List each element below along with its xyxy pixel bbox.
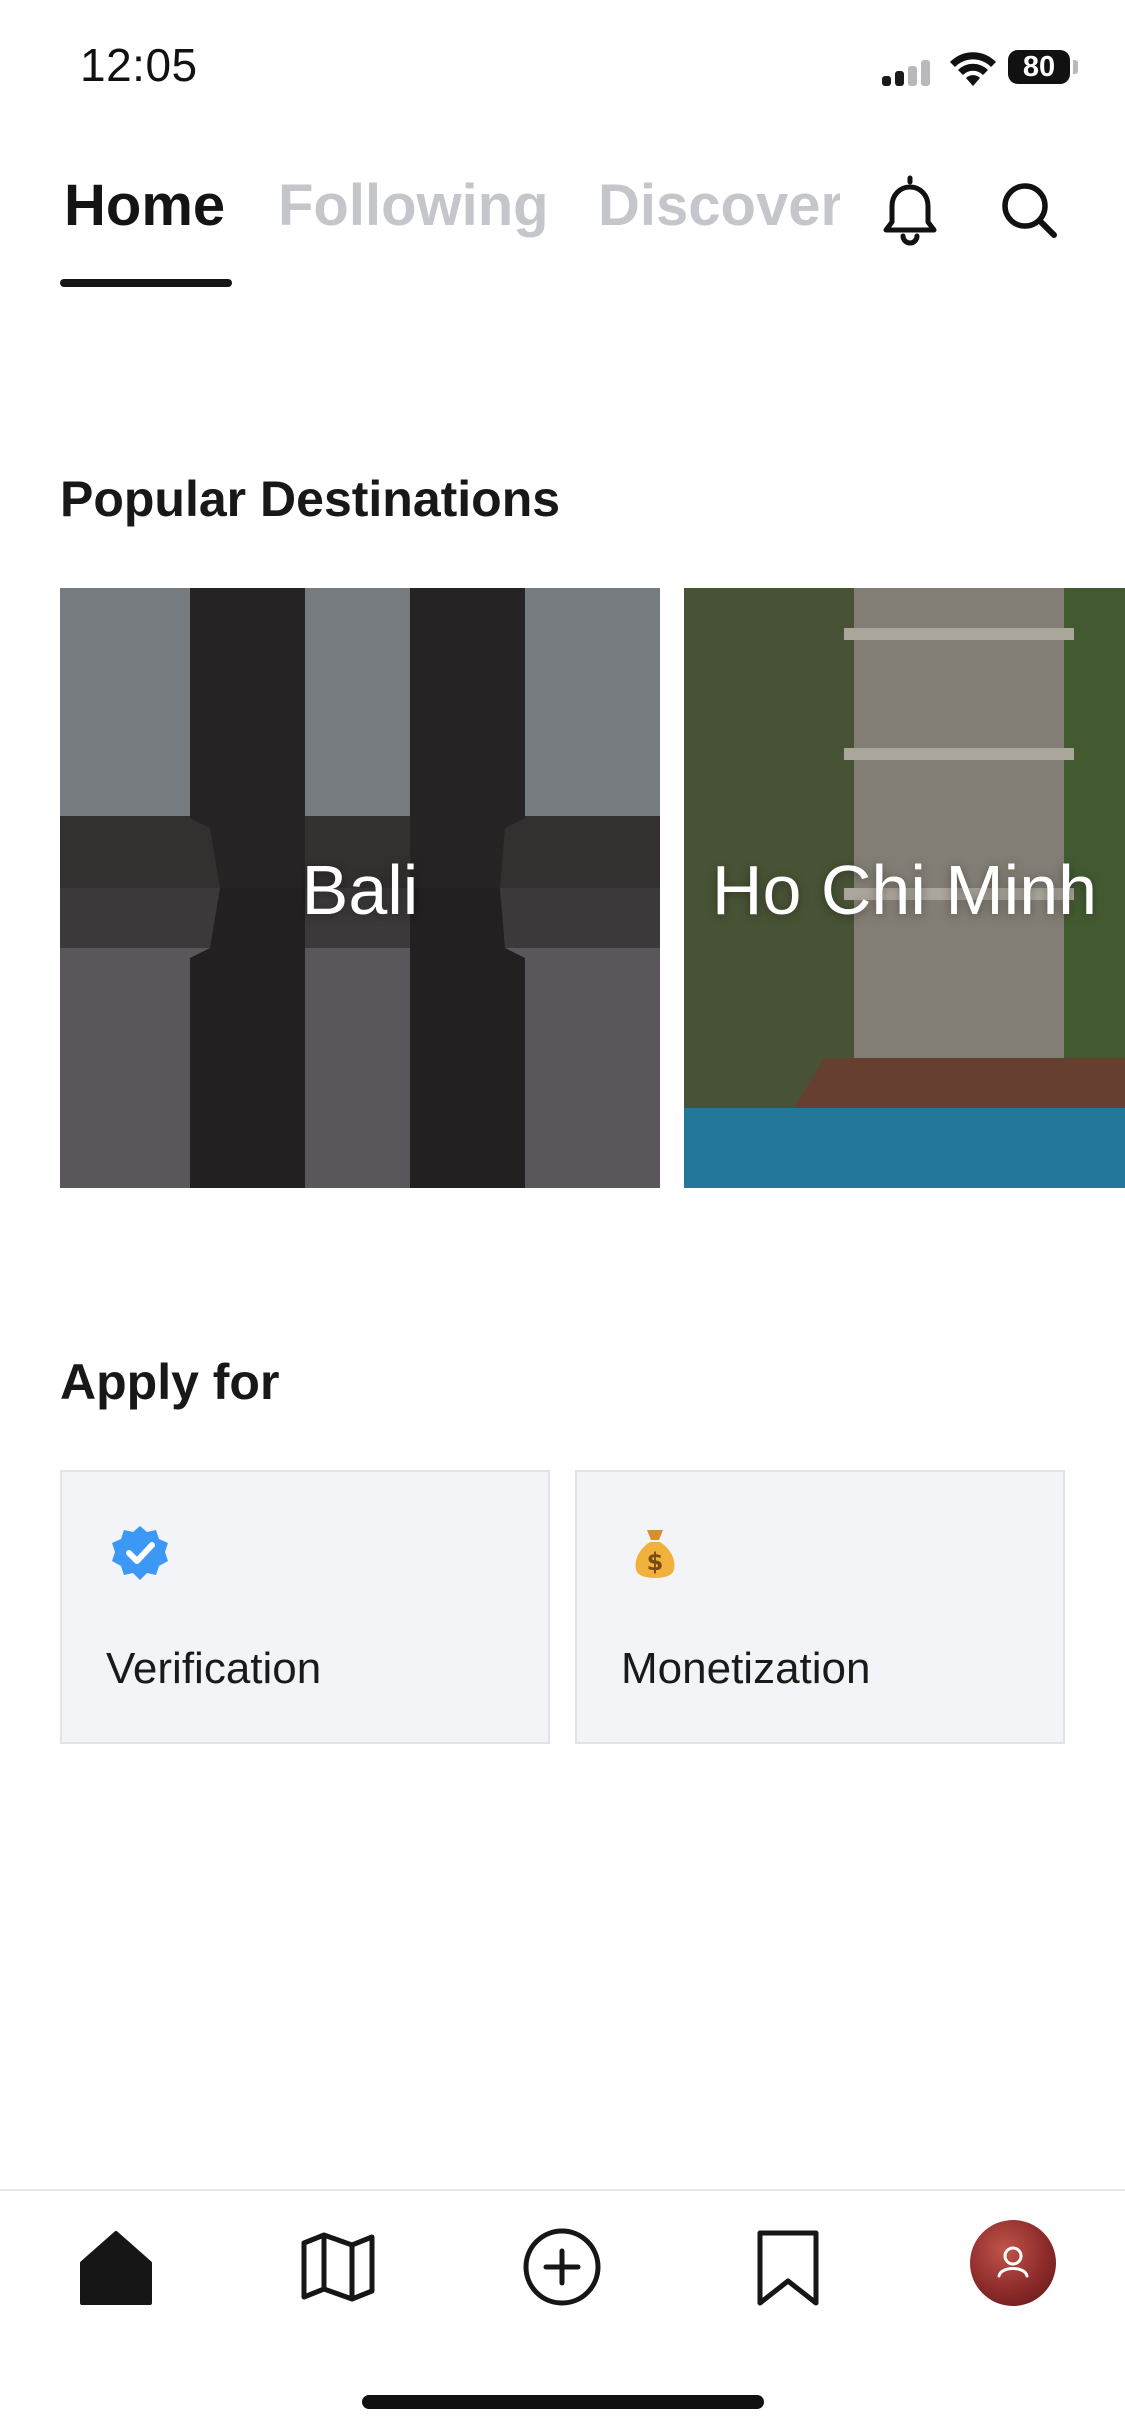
money-bag-icon: $: [635, 1530, 675, 1578]
person-icon: [997, 2246, 1029, 2278]
tab-home[interactable]: Home: [64, 172, 225, 239]
bottom-nav-divider: [0, 2189, 1125, 2191]
search-icon[interactable]: [990, 170, 1070, 250]
map-icon[interactable]: [296, 2225, 380, 2309]
add-circle-icon[interactable]: [520, 2225, 604, 2309]
apply-card-label: Verification: [106, 1644, 322, 1693]
apply-for-title: Apply for: [60, 1354, 280, 1410]
home-indicator: [362, 2395, 764, 2409]
cellular-signal-icon: [882, 60, 934, 86]
profile-avatar[interactable]: [970, 2220, 1056, 2306]
destination-label: Ho Chi Minh: [711, 851, 1098, 929]
svg-text:$: $: [647, 1548, 664, 1576]
battery-indicator: 80: [1008, 50, 1070, 84]
destination-card-bali[interactable]: Bali: [60, 588, 660, 1188]
destination-label: Bali: [301, 851, 419, 929]
verified-badge-icon: [112, 1526, 168, 1580]
destination-card-ho-chi-minh[interactable]: Ho Chi Minh: [684, 588, 1125, 1188]
wifi-icon: [950, 52, 996, 86]
bell-icon[interactable]: [870, 170, 950, 250]
tab-discover[interactable]: Discover: [598, 172, 840, 239]
battery-tip: [1073, 60, 1078, 74]
popular-destinations-title: Popular Destinations: [60, 471, 561, 527]
status-time: 12:05: [80, 39, 198, 91]
apply-verification-card[interactable]: Verification: [60, 1470, 550, 1744]
apply-monetization-card[interactable]: $ Monetization: [575, 1470, 1065, 1744]
active-tab-indicator: [60, 279, 232, 287]
bookmark-icon[interactable]: [746, 2225, 830, 2309]
home-icon[interactable]: [74, 2225, 158, 2309]
top-tabs: Home Following Discover: [60, 170, 840, 290]
apply-card-label: Monetization: [621, 1644, 871, 1693]
tab-following[interactable]: Following: [278, 172, 549, 239]
